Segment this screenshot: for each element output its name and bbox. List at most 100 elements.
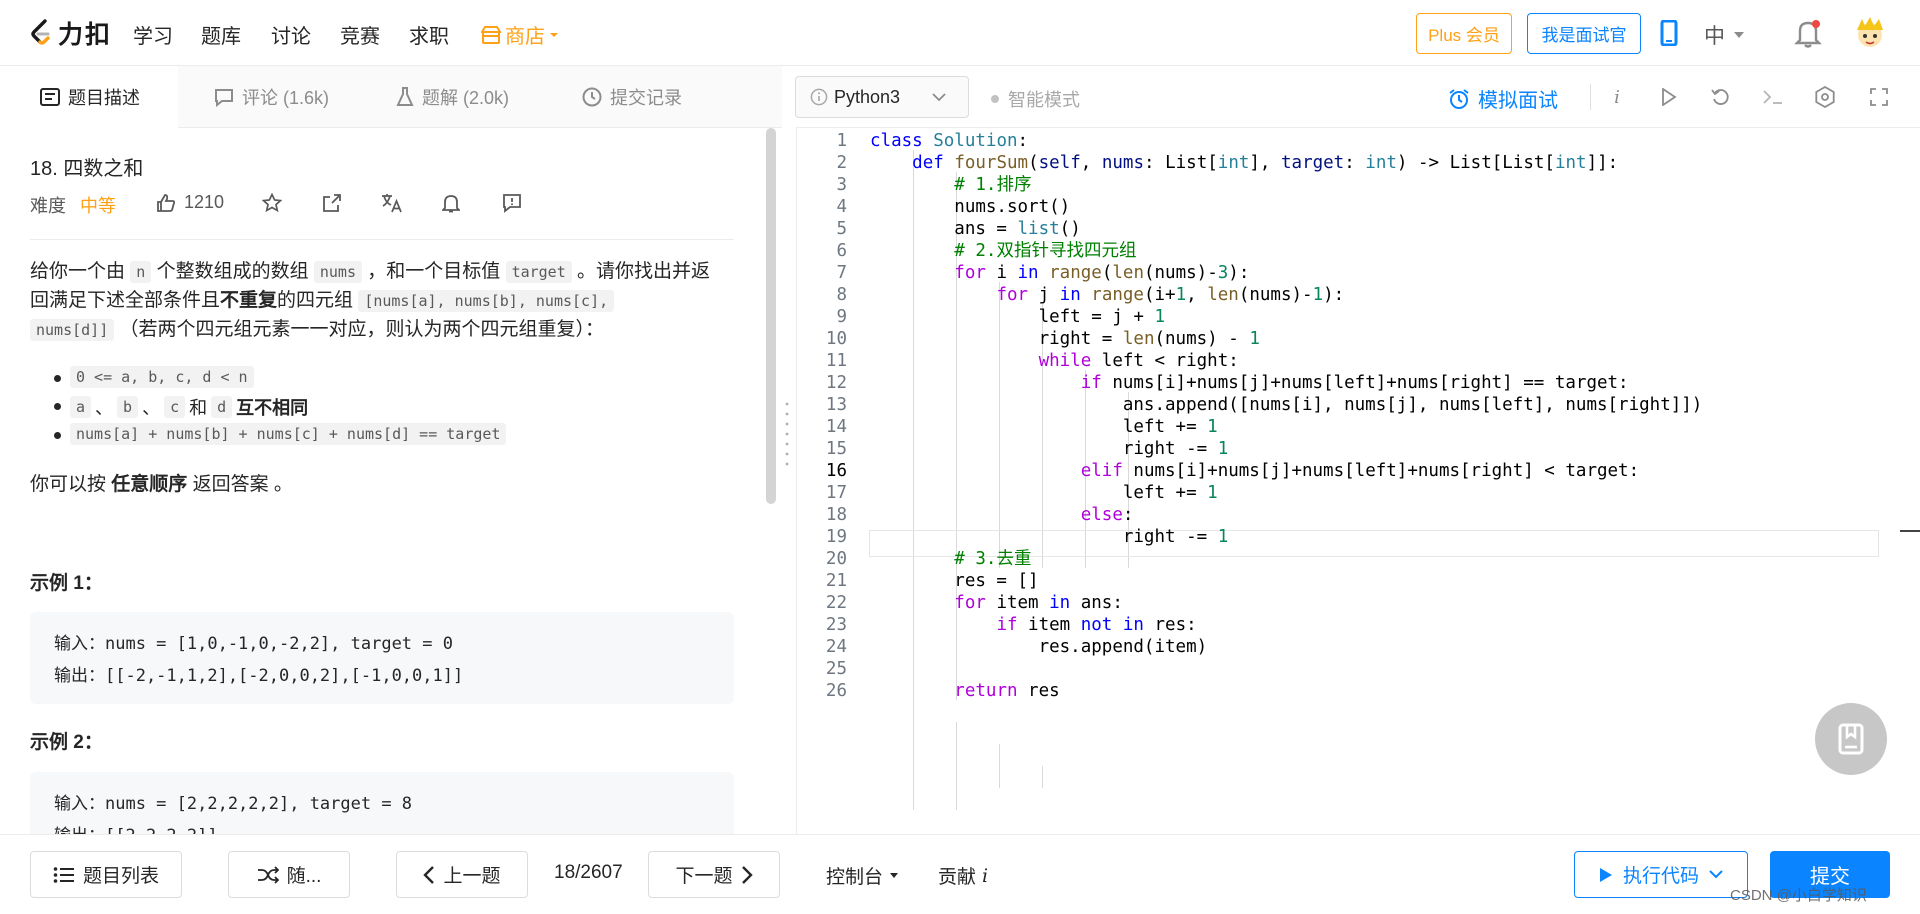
- settings-icon[interactable]: [1812, 84, 1838, 110]
- language-switch[interactable]: 中: [1704, 20, 1745, 50]
- problem-list-button[interactable]: 题目列表: [30, 851, 182, 898]
- prev-problem-button[interactable]: 上一题: [396, 851, 528, 898]
- desc-text: 、: [142, 398, 161, 418]
- logo-text: 力扣: [58, 21, 113, 49]
- tab-label: 提交记录: [610, 88, 682, 108]
- desc-text: （若两个四元组元素一一对应，则认为两个四元组重复）：: [114, 319, 605, 340]
- leetcode-logo-icon: [31, 19, 50, 45]
- star-icon[interactable]: [262, 193, 282, 213]
- translate-icon[interactable]: [381, 193, 403, 213]
- nav-item-discuss[interactable]: 讨论: [271, 20, 311, 49]
- tab-description[interactable]: 题目描述: [0, 66, 178, 128]
- document-icon: [40, 88, 60, 106]
- random-label: 随...: [286, 866, 322, 887]
- desc-text: 个整数组成的数组: [151, 261, 314, 282]
- chevron-right-icon: [741, 865, 753, 884]
- fullscreen-icon[interactable]: [1866, 84, 1892, 110]
- list-icon: [53, 866, 74, 883]
- share-icon[interactable]: [322, 193, 342, 213]
- play-icon: [1599, 867, 1612, 882]
- smart-mode-label: 智能模式: [1008, 90, 1080, 110]
- tab-solutions[interactable]: 题解 (2.0k): [396, 66, 509, 128]
- info-italic-icon: i: [982, 864, 989, 887]
- constraint-item: a、 b、 c 和 d 互不相同: [53, 394, 309, 420]
- chevron-down-icon: [1709, 870, 1723, 879]
- reset-icon[interactable]: [1708, 84, 1734, 110]
- code-editor[interactable]: 1 class Solution: 2 def fourSum(self, num…: [796, 128, 1920, 834]
- logo[interactable]: 力扣: [28, 16, 112, 50]
- difficulty-badge: 中等: [80, 196, 116, 216]
- nav-item-contest[interactable]: 竞赛: [340, 20, 380, 49]
- inline-code: [nums[a], nums[b], nums[c],: [358, 290, 615, 312]
- language-value: Python3: [834, 86, 901, 107]
- desc-bold: 不重复: [220, 290, 278, 311]
- interviewer-button[interactable]: 我是面试官: [1527, 13, 1641, 54]
- problem-list-label: 题目列表: [82, 866, 159, 887]
- desc-text: ，和一个目标值: [362, 261, 506, 282]
- random-problem-button[interactable]: 随...: [228, 851, 350, 898]
- feedback-icon[interactable]: [502, 193, 522, 213]
- top-navbar: 力扣 学习 题库 讨论 竞赛 求职 商店 Plus 会员 我是面试官 中: [0, 0, 1920, 66]
- language-select[interactable]: Python3: [795, 76, 969, 118]
- tab-comments[interactable]: 评论 (1.6k): [214, 66, 329, 128]
- console-label: 控制台: [826, 867, 884, 888]
- example-1-box: 输入：nums = [1,0,-1,0,-2,2], target = 0 输出…: [30, 612, 734, 704]
- nav-item-shop[interactable]: 商店: [481, 20, 559, 49]
- language-label: 中: [1704, 25, 1725, 48]
- nav-item-learn[interactable]: 学习: [133, 20, 173, 49]
- resize-handle[interactable]: [784, 400, 790, 470]
- desc-text: 的四元组: [277, 290, 359, 311]
- inline-code: target: [505, 261, 572, 283]
- code-line: return res: [954, 681, 1060, 701]
- example-input: 输入：nums = [1,0,-1,0,-2,2], target = 0: [54, 634, 453, 654]
- tab-label: 评论 (1.6k): [242, 88, 330, 108]
- mock-interview-button[interactable]: 模拟面试: [1448, 84, 1558, 113]
- next-problem-button[interactable]: 下一题: [648, 851, 780, 898]
- constraint-item: nums[a] + nums[b] + nums[c] + nums[d] ==…: [53, 423, 507, 445]
- desc-bold: 互不相同: [236, 398, 309, 418]
- problem-description-line-1: 给你一个由 n 个整数组成的数组 nums ，和一个目标值 target 。请你…: [30, 258, 740, 286]
- mobile-icon[interactable]: [1660, 20, 1678, 46]
- desc-text: 给你一个由: [30, 261, 131, 282]
- inline-code: b: [117, 396, 139, 418]
- desc-bold: 任意顺序: [111, 474, 188, 495]
- next-label: 下一题: [675, 866, 733, 887]
- problem-page-indicator: 18/2607: [554, 862, 623, 883]
- desc-text: 和: [189, 398, 208, 418]
- example-2-title: 示例 2：: [30, 732, 103, 753]
- description-scrollbar[interactable]: [766, 128, 776, 504]
- prev-label: 上一题: [443, 866, 501, 887]
- problem-description-line-3: nums[d]] （若两个四元组元素一一对应，则认为两个四元组重复）：: [30, 316, 740, 344]
- play-outline-icon[interactable]: [1656, 84, 1682, 110]
- inline-code: nums[a] + nums[b] + nums[c] + nums[d] ==…: [70, 423, 507, 445]
- toolbar-divider: [1590, 84, 1591, 110]
- run-code-button[interactable]: 执行代码: [1574, 851, 1748, 898]
- inline-code: n: [130, 261, 152, 283]
- bell-icon[interactable]: [442, 193, 460, 213]
- inline-code: 0 <= a, b, c, d < n: [70, 366, 254, 388]
- desc-text: 。请你找出并返: [571, 261, 711, 282]
- problem-title: 18. 四数之和: [30, 158, 144, 180]
- console-toggle[interactable]: 控制台: [826, 862, 899, 889]
- plus-member-button[interactable]: Plus 会员: [1416, 13, 1512, 54]
- line-number: 26: [825, 681, 847, 701]
- smart-mode-toggle[interactable]: 智能模式: [990, 86, 1080, 112]
- notebook-floating-button[interactable]: [1815, 703, 1887, 775]
- tab-submissions[interactable]: 提交记录: [582, 66, 682, 128]
- terminal-icon[interactable]: [1760, 84, 1786, 110]
- example-output: 输出：[[-2,-1,1,2],[-2,0,0,2],[-1,0,0,1]]: [54, 666, 464, 686]
- notification-bell-icon[interactable]: [1794, 18, 1822, 48]
- contribute-button[interactable]: 贡献 i: [938, 862, 988, 889]
- inline-code: nums[d]]: [30, 319, 115, 341]
- mock-interview-label: 模拟面试: [1478, 90, 1558, 112]
- avatar[interactable]: [1854, 16, 1886, 50]
- nav-item-problemset[interactable]: 题库: [201, 20, 241, 49]
- dot-icon: [991, 95, 999, 103]
- like-button[interactable]: 1210: [156, 192, 224, 213]
- indent-guide: [1042, 766, 1043, 788]
- nav-item-jobs[interactable]: 求职: [409, 20, 449, 49]
- problem-meta: 难度 中等: [30, 192, 116, 218]
- info-italic-icon[interactable]: i: [1604, 84, 1630, 110]
- caret-down-icon: [1734, 32, 1744, 38]
- desc-text: 你可以按: [30, 474, 112, 495]
